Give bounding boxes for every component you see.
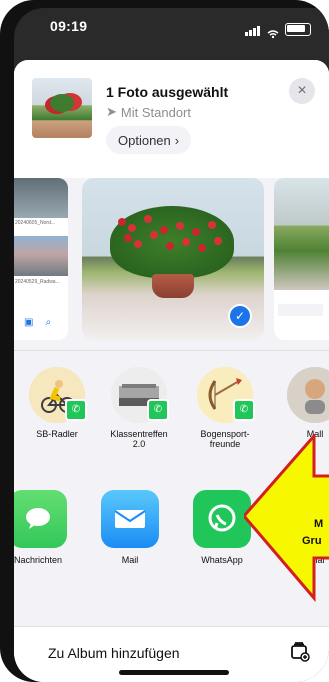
right-preview-image	[274, 178, 329, 290]
close-icon: ×	[297, 82, 307, 99]
left-preview-image-top	[14, 178, 68, 218]
left-preview-label-bottom: 20240529_Radwa...	[15, 279, 60, 285]
add-album-icon	[287, 639, 311, 663]
avatar: ✆	[197, 367, 255, 423]
app-label: Mail	[121, 555, 139, 565]
right-preview-thumbnails	[278, 304, 323, 316]
home-indicator	[119, 670, 229, 675]
add-to-album-label: Zu Album hinzufügen	[48, 645, 180, 661]
selected-photo-thumbnail	[32, 78, 92, 138]
whatsapp-badge-icon: ✆	[233, 399, 255, 421]
phone-frame: 09:19 1 Foto ausgewählt ➤ Mit Standort O…	[0, 0, 329, 682]
share-header: 1 Foto ausgewählt ➤ Mit Standort Optione…	[14, 60, 329, 178]
status-time: 09:19	[50, 18, 88, 34]
flower-pot	[152, 274, 194, 298]
contact-klassentreffen[interactable]: ✆ Klassentreffen 2.0	[106, 367, 172, 450]
status-bar: 09:19	[14, 8, 329, 42]
selected-check-icon: ✓	[228, 304, 252, 328]
location-label: Mit Standort	[120, 104, 191, 120]
app-mail[interactable]: Mail	[98, 490, 162, 565]
wifi-icon	[267, 26, 279, 39]
mail-icon	[101, 490, 159, 548]
photo-strip: 20240605_Nord... 20240529_Radwa... ▣ ⌕ ✓	[14, 178, 329, 348]
options-button[interactable]: Optionen ›	[106, 126, 192, 154]
flower-bush	[110, 206, 234, 278]
right-photo-preview[interactable]	[274, 178, 329, 340]
signal-icon	[245, 20, 261, 36]
left-preview-icons: ▣ ⌕	[24, 317, 51, 328]
contact-sb-radler[interactable]: ✆ SB-Radler	[24, 367, 90, 439]
left-preview-label-top: 20240605_Nord...	[15, 220, 56, 226]
chevron-right-icon: ›	[174, 132, 180, 148]
add-to-album-row[interactable]: Zu Album hinzufügen	[14, 626, 329, 682]
main-selected-photo[interactable]: ✓	[82, 178, 264, 340]
avatar	[287, 367, 329, 423]
arrow-text-line1: M	[314, 518, 324, 530]
avatar: ✆	[29, 367, 87, 423]
location-arrow-icon: ➤	[106, 104, 117, 119]
contact-label: Klassentreffen 2.0	[110, 429, 168, 450]
whatsapp-badge-icon: ✆	[65, 399, 87, 421]
app-messages[interactable]: Nachrichten	[14, 490, 70, 565]
whatsapp-icon	[193, 490, 251, 548]
location-row: ➤ Mit Standort	[106, 104, 191, 120]
app-label: Nachrichten	[14, 555, 63, 565]
left-preview-image-bottom	[14, 236, 68, 276]
battery-icon	[285, 23, 311, 36]
arrow-text-line2: Gru	[302, 535, 322, 547]
messages-icon	[14, 490, 67, 548]
search-icon: ⌕	[45, 317, 52, 328]
left-photo-preview[interactable]: 20240605_Nord... 20240529_Radwa... ▣ ⌕	[14, 178, 68, 340]
whatsapp-badge-icon: ✆	[147, 399, 169, 421]
share-title: 1 Foto ausgewählt	[106, 84, 229, 100]
status-icons	[245, 20, 311, 39]
close-button[interactable]: ×	[289, 78, 315, 104]
contact-label: SB-Radler	[36, 429, 78, 439]
screen: 09:19 1 Foto ausgewählt ➤ Mit Standort O…	[14, 8, 329, 682]
share-sheet: 1 Foto ausgewählt ➤ Mit Standort Optione…	[14, 60, 329, 682]
photo-library-icon: ▣	[24, 317, 34, 328]
avatar: ✆	[111, 367, 169, 423]
contact-mall[interactable]: Mall	[282, 367, 329, 439]
options-button-label: Optionen	[118, 132, 171, 148]
